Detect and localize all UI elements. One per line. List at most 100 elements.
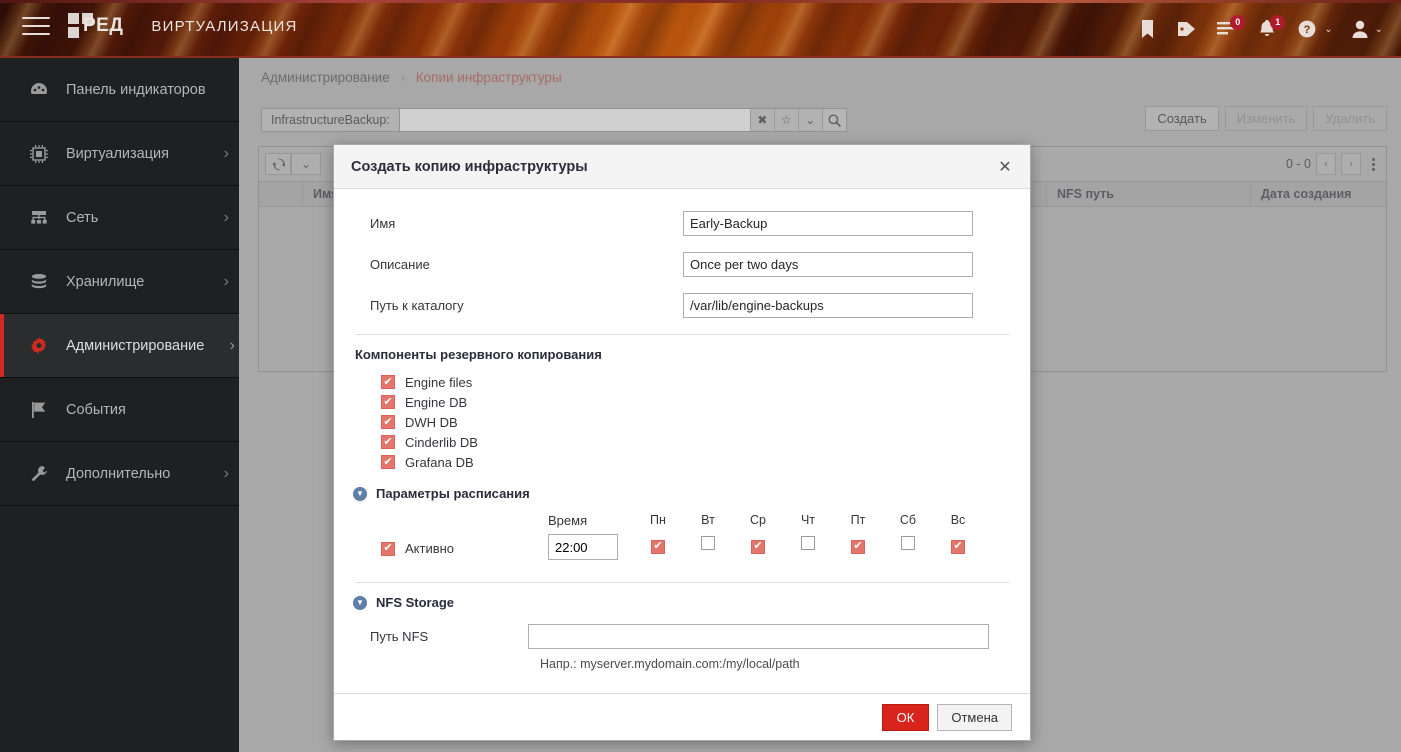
form-row-name: Имя xyxy=(353,203,1011,244)
component-checkbox-engine-db[interactable] xyxy=(381,395,395,409)
schedule-active-group: Активно xyxy=(353,513,548,556)
sidebar-item-label: Администрирование xyxy=(66,338,204,354)
component-row: Engine files xyxy=(381,372,1011,392)
component-checkbox-cinderlib-db[interactable] xyxy=(381,435,395,449)
weekday-thursday: Чт xyxy=(783,513,833,555)
ok-button[interactable]: ОК xyxy=(882,704,930,731)
sidebar-item-administration[interactable]: Администрирование › xyxy=(0,314,239,378)
sidebar-item-network[interactable]: Сеть › xyxy=(0,186,239,250)
nfs-section-title: NFS Storage xyxy=(374,595,454,610)
weekday-sunday: Вс xyxy=(933,513,983,555)
chevron-right-icon: › xyxy=(224,145,229,163)
schedule-active-label: Активно xyxy=(405,541,454,556)
chevron-right-icon: › xyxy=(224,273,229,291)
dialog-title: Создать копию инфраструктуры xyxy=(334,159,588,175)
sidebar-item-label: Хранилище xyxy=(66,274,144,290)
weekday-checkbox-thursday[interactable] xyxy=(801,536,815,550)
divider xyxy=(355,334,1009,335)
sidebar-item-dashboard[interactable]: Панель индикаторов xyxy=(0,58,239,122)
directory-path-label: Путь к каталогу xyxy=(353,298,683,313)
bookmark-icon[interactable] xyxy=(1134,15,1160,43)
brand-logo: РЕД ВИРТУАЛИЗАЦИЯ xyxy=(68,13,298,39)
form-row-directory-path: Путь к каталогу xyxy=(353,285,1011,326)
sidebar-item-virtualization[interactable]: Виртуализация › xyxy=(0,122,239,186)
brand-logo-text: РЕД xyxy=(83,15,123,37)
cancel-button[interactable]: Отмена xyxy=(937,704,1012,731)
time-input[interactable] xyxy=(548,534,618,560)
sidebar-item-events[interactable]: События xyxy=(0,378,239,442)
schedule-section-title: Параметры расписания xyxy=(374,486,530,501)
weekday-checkbox-wednesday[interactable] xyxy=(751,540,765,554)
nfs-section-toggle[interactable]: ▼ NFS Storage xyxy=(353,595,1011,610)
header-icon-tray: 0 1 ? help-icon ⌄ xyxy=(1134,0,1383,58)
schedule-section-toggle[interactable]: ▼ Параметры расписания xyxy=(353,486,1011,501)
weekday-tuesday: Вт xyxy=(683,513,733,555)
bell-icon[interactable]: 1 xyxy=(1254,15,1280,43)
component-label: Grafana DB xyxy=(405,455,474,470)
weekday-wednesday: Ср xyxy=(733,513,783,555)
component-checkbox-dwh-db[interactable] xyxy=(381,415,395,429)
weekday-label: Вт xyxy=(683,513,733,527)
component-label: Cinderlib DB xyxy=(405,435,478,450)
weekday-checkbox-group: Пн Вт Ср Чт Пт xyxy=(633,513,1011,555)
weekday-checkbox-sunday[interactable] xyxy=(951,540,965,554)
nfs-path-input[interactable] xyxy=(528,624,989,649)
chevron-down-icon: ▼ xyxy=(353,487,367,501)
backup-components-list: Engine files Engine DB DWH DB Cinderlib … xyxy=(353,372,1011,472)
weekday-checkbox-monday[interactable] xyxy=(651,540,665,554)
help-icon[interactable]: ? xyxy=(1294,15,1320,43)
description-input[interactable] xyxy=(683,252,973,277)
schedule-active-checkbox[interactable] xyxy=(381,542,395,556)
nfs-path-row: Путь NFS xyxy=(353,624,1011,649)
weekday-saturday: Сб xyxy=(883,513,933,555)
component-label: DWH DB xyxy=(405,415,458,430)
weekday-checkbox-tuesday[interactable] xyxy=(701,536,715,550)
component-checkbox-grafana-db[interactable] xyxy=(381,455,395,469)
sidebar-item-label: Дополнительно xyxy=(66,466,170,482)
chevron-down-icon: ▼ xyxy=(353,596,367,610)
form-row-description: Описание xyxy=(353,244,1011,285)
directory-path-input[interactable] xyxy=(683,293,973,318)
component-row: Engine DB xyxy=(381,392,1011,412)
chevron-right-icon: › xyxy=(224,465,229,483)
chevron-right-icon: › xyxy=(224,209,229,227)
wrench-icon xyxy=(26,465,52,483)
tag-icon[interactable] xyxy=(1174,15,1200,43)
component-label: Engine DB xyxy=(405,395,467,410)
component-row: Cinderlib DB xyxy=(381,432,1011,452)
user-icon[interactable] xyxy=(1347,15,1373,43)
weekday-label: Сб xyxy=(883,513,933,527)
sidebar-item-label: События xyxy=(66,402,126,418)
database-icon xyxy=(26,273,52,291)
weekday-label: Ср xyxy=(733,513,783,527)
hamburger-icon[interactable] xyxy=(22,17,50,39)
gear-icon xyxy=(26,337,52,355)
schedule-row: Активно Время Пн Вт Ср xyxy=(353,513,1011,560)
component-row: Grafana DB xyxy=(381,452,1011,472)
notifications-badge: 1 xyxy=(1270,15,1285,30)
sidebar-item-more[interactable]: Дополнительно › xyxy=(0,442,239,506)
nfs-path-hint: Напр.: myserver.mydomain.com:/my/local/p… xyxy=(353,657,1011,671)
component-checkbox-engine-files[interactable] xyxy=(381,375,395,389)
help-menu[interactable]: ? help-icon ⌄ xyxy=(1294,15,1332,43)
close-icon[interactable]: ✕ xyxy=(994,156,1016,178)
weekday-checkbox-saturday[interactable] xyxy=(901,536,915,550)
tasks-icon[interactable]: 0 xyxy=(1214,15,1240,43)
weekday-checkbox-friday[interactable] xyxy=(851,540,865,554)
sidebar-item-storage[interactable]: Хранилище › xyxy=(0,250,239,314)
component-label: Engine files xyxy=(405,375,472,390)
weekday-label: Чт xyxy=(783,513,833,527)
description-label: Описание xyxy=(353,257,683,272)
name-label: Имя xyxy=(353,216,683,231)
name-input[interactable] xyxy=(683,211,973,236)
weekday-friday: Пт xyxy=(833,513,883,555)
top-header-bar: РЕД ВИРТУАЛИЗАЦИЯ 0 1 xyxy=(0,0,1401,58)
product-name: ВИРТУАЛИЗАЦИЯ xyxy=(151,18,297,35)
tasks-badge: 0 xyxy=(1230,15,1245,30)
dialog-footer: ОК Отмена xyxy=(334,693,1030,740)
user-menu[interactable]: ⌄ xyxy=(1347,15,1383,43)
dialog-header: Создать копию инфраструктуры ✕ xyxy=(334,145,1030,189)
sidebar-item-label: Виртуализация xyxy=(66,146,169,162)
dashboard-icon xyxy=(26,81,52,99)
weekday-label: Пт xyxy=(833,513,883,527)
